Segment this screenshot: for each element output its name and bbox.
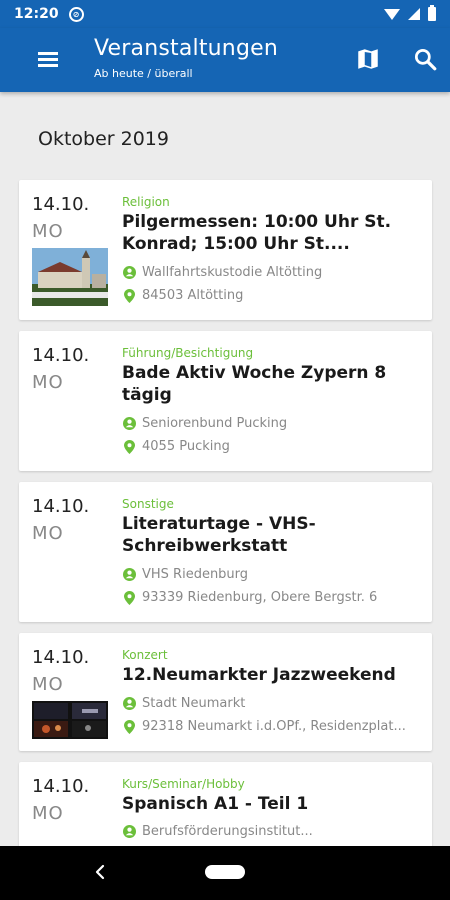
event-location: 84503 Altötting: [122, 288, 422, 303]
event-image: [32, 248, 108, 306]
signal-icon: [408, 8, 420, 20]
event-category: Führung/Besichtigung: [122, 346, 254, 360]
app-bar: Veranstaltungen Ab heute / überall: [0, 28, 450, 92]
event-date: 14.10.: [32, 345, 90, 366]
person-icon: [122, 568, 136, 581]
event-location-text: 4055 Pucking: [142, 439, 230, 454]
event-weekday: MO: [32, 674, 64, 695]
home-pill-button[interactable]: [205, 865, 245, 879]
event-organizer: Berufsförderungsinstitut...: [122, 824, 422, 839]
event-date: 14.10.: [32, 194, 90, 215]
month-header: Oktober 2019: [38, 128, 169, 150]
event-organizer-text: Stadt Neumarkt: [142, 696, 246, 711]
event-location-text: 92318 Neumarkt i.d.OPf., Residenzplat...: [142, 719, 406, 734]
event-title: Pilgermessen: 10:00 Uhr St. Konrad; 15:0…: [122, 212, 392, 254]
event-image: [32, 701, 108, 739]
status-bar: 12:20 ⊘: [0, 0, 450, 28]
map-icon[interactable]: [355, 46, 381, 72]
location-pin-icon: [122, 719, 136, 734]
person-icon: [122, 417, 136, 430]
event-organizer-text: Seniorenbund Pucking: [142, 416, 288, 431]
event-weekday: MO: [32, 372, 64, 393]
location-pin-icon: [122, 590, 136, 605]
event-organizer: Wallfahrtskustodie Altötting: [122, 265, 422, 280]
event-date: 14.10.: [32, 647, 90, 668]
event-card[interactable]: 14.10. MO Konzert 12.Neumarkter Jazzweek…: [19, 633, 432, 751]
person-icon: [122, 825, 136, 838]
event-weekday: MO: [32, 221, 64, 242]
event-organizer: VHS Riedenburg: [122, 567, 422, 582]
event-title: 12.Neumarkter Jazzweekend: [122, 665, 396, 685]
event-date: 14.10.: [32, 776, 90, 797]
person-icon: [122, 697, 136, 710]
page-title: Veranstaltungen: [94, 36, 278, 61]
system-nav-bar: [0, 846, 450, 900]
event-title: Bade Aktiv Woche Zypern 8 tägig: [122, 363, 387, 405]
event-category: Religion: [122, 195, 170, 209]
event-category: Kurs/Seminar/Hobby: [122, 777, 245, 791]
event-weekday: MO: [32, 523, 64, 544]
battery-icon: [428, 5, 436, 21]
event-location: 93339 Riedenburg, Obere Bergstr. 6: [122, 590, 422, 605]
event-organizer-text: Berufsförderungsinstitut...: [142, 824, 313, 839]
filter-subtitle[interactable]: Ab heute / überall: [94, 67, 193, 80]
location-pin-icon: [122, 288, 136, 303]
event-date: 14.10.: [32, 496, 90, 517]
back-icon[interactable]: [90, 862, 110, 882]
event-title: Spanisch A1 - Teil 1: [122, 794, 309, 814]
event-card[interactable]: 14.10. MO Führung/Besichtigung Bade Akti…: [19, 331, 432, 471]
event-weekday: MO: [32, 803, 64, 824]
person-icon: [122, 266, 136, 279]
data-saver-icon: ⊘: [68, 6, 84, 22]
wifi-icon: [384, 8, 400, 20]
location-pin-icon: [122, 439, 136, 454]
event-location-text: 93339 Riedenburg, Obere Bergstr. 6: [142, 590, 378, 605]
event-category: Konzert: [122, 648, 168, 662]
event-organizer: Seniorenbund Pucking: [122, 416, 422, 431]
event-location-text: 84503 Altötting: [142, 288, 244, 303]
event-organizer-text: VHS Riedenburg: [142, 567, 249, 582]
event-category: Sonstige: [122, 497, 174, 511]
event-location: 4055 Pucking: [122, 439, 422, 454]
event-organizer: Stadt Neumarkt: [122, 696, 422, 711]
search-icon[interactable]: [412, 46, 438, 72]
event-title: Literaturtage - VHS-Schreibwerkstatt: [122, 514, 316, 556]
event-card[interactable]: 14.10. MO Religion Pilgermessen: 10:00 U…: [19, 180, 432, 320]
event-organizer-text: Wallfahrtskustodie Altötting: [142, 265, 323, 280]
status-time: 12:20: [14, 6, 59, 22]
hamburger-icon[interactable]: [36, 48, 60, 72]
event-card[interactable]: 14.10. MO Sonstige Literaturtage - VHS-S…: [19, 482, 432, 622]
status-icons: [384, 5, 436, 21]
event-location: 92318 Neumarkt i.d.OPf., Residenzplat...: [122, 719, 422, 734]
